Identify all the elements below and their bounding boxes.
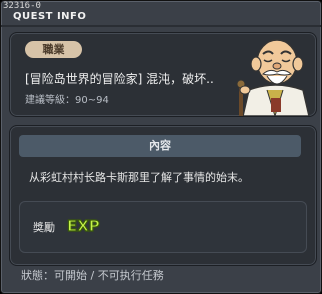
reward-box <box>19 201 307 253</box>
old-man-avatar-icon <box>236 39 310 116</box>
title-divider <box>1 25 321 27</box>
recommended-level: 建議等級：90~94 <box>25 95 109 106</box>
quest-info-window: 32316-0 QUEST INFO 職業 [冒险岛世界的冒险家] 混沌，破坏.… <box>0 0 322 294</box>
content-header: 內容 <box>19 135 301 157</box>
quest-name: [冒险岛世界的冒险家] 混沌，破坏.. <box>25 72 214 86</box>
exp-text: EXP <box>67 217 100 235</box>
quest-category-tag: 職業 <box>25 41 82 58</box>
reward-label: 獎勵 <box>33 221 55 234</box>
exp-icon[interactable]: EXP <box>65 214 101 236</box>
quest-description: 从彩虹村村长路卡斯那里了解了事情的始末。 <box>29 171 249 184</box>
window-title: QUEST INFO <box>13 11 87 22</box>
quest-status: 狀態：可開始 / 不可执行任務 <box>21 269 164 282</box>
